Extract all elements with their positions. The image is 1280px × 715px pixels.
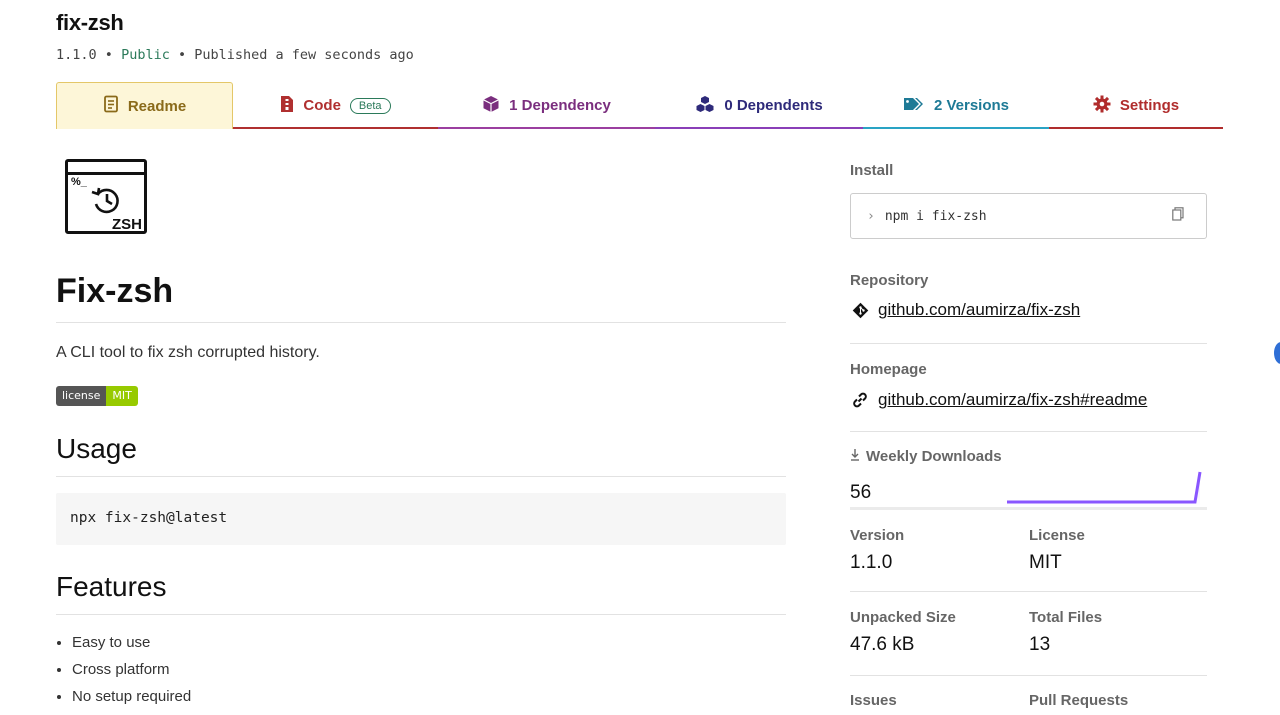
divider <box>56 476 786 477</box>
tab-settings[interactable]: Settings <box>1049 82 1223 129</box>
history-clock-icon <box>91 187 119 214</box>
install-label: Install <box>850 162 894 179</box>
list-item: No setup required <box>72 686 191 713</box>
stat-value: 13 <box>1029 634 1051 655</box>
logo-text: ZSH <box>112 216 142 233</box>
repository-label: Repository <box>850 272 929 289</box>
package-title: fix-zsh <box>56 10 124 35</box>
stat-label: Unpacked Size <box>850 609 956 626</box>
package-meta: 1.1.0 • Public • Published a few seconds… <box>56 47 414 63</box>
readme-icon <box>103 95 119 117</box>
stat-label: License <box>1029 527 1085 544</box>
weekly-downloads-value: 56 <box>850 482 872 503</box>
beta-badge: Beta <box>349 97 391 114</box>
tab-label: 2 Versions <box>933 97 1010 114</box>
boxes-icon <box>695 95 715 117</box>
license-badge[interactable]: license MIT <box>56 386 138 406</box>
tab-label: 1 Dependency <box>509 97 611 114</box>
stat-label: Total Files <box>1029 609 1103 626</box>
package-logo: %_ ZSH <box>65 159 147 234</box>
tab-readme[interactable]: Readme <box>56 82 233 129</box>
stat-label: Pull Requests <box>1029 692 1129 709</box>
features-list: Easy to use Cross platform No setup requ… <box>72 632 191 713</box>
tab-label: 0 Dependents <box>724 97 823 114</box>
git-icon <box>850 300 870 320</box>
floating-widget[interactable] <box>1274 342 1280 364</box>
tab-label: Code <box>303 97 341 114</box>
stat-value: MIT <box>1029 552 1062 573</box>
homepage-label: Homepage <box>850 361 927 378</box>
badge-label: license <box>56 386 107 406</box>
download-icon <box>850 448 860 465</box>
tab-versions[interactable]: 2 Versions <box>863 82 1049 129</box>
usage-heading: Usage <box>56 433 137 464</box>
meta-separator: • <box>177 47 187 63</box>
divider <box>56 614 786 615</box>
tab-dependents[interactable]: 0 Dependents <box>655 82 863 129</box>
divider <box>850 591 1207 592</box>
stat-total-files: Total Files 13 <box>1029 609 1102 656</box>
repository-url: github.com/aumirza/fix-zsh <box>878 300 1081 319</box>
logo-prompt: %_ <box>71 176 87 188</box>
copy-icon[interactable] <box>1172 207 1184 221</box>
meta-separator: • <box>104 47 113 63</box>
divider <box>850 343 1207 344</box>
tab-dependencies[interactable]: 1 Dependency <box>438 82 655 129</box>
weekly-downloads-title: Weekly Downloads <box>866 448 1002 465</box>
homepage-url: github.com/aumirza/fix-zsh#readme <box>878 390 1148 409</box>
list-item: Easy to use <box>72 632 191 659</box>
weekly-downloads-label: Weekly Downloads <box>850 448 1002 465</box>
badge-value: MIT <box>106 386 138 406</box>
stat-value: 1.1.0 <box>850 552 893 573</box>
tags-icon <box>903 96 925 116</box>
divider <box>850 431 1207 432</box>
link-icon <box>850 390 870 410</box>
divider <box>850 675 1207 676</box>
downloads-sparkline <box>1007 471 1202 508</box>
stat-issues: Issues <box>850 692 897 709</box>
box-icon <box>482 95 500 117</box>
usage-code-block: npx fix-zsh@latest <box>56 493 786 545</box>
visibility-label: Public <box>121 47 170 63</box>
stat-label: Issues <box>850 692 897 709</box>
package-tabs: Readme Code Beta 1 Dependency 0 Dependen… <box>56 82 1223 129</box>
tab-code[interactable]: Code Beta <box>233 82 438 129</box>
code-file-icon <box>280 95 294 117</box>
features-heading: Features <box>56 571 167 602</box>
chevron-right-icon: › <box>867 208 875 224</box>
stat-value: 47.6 kB <box>850 634 915 655</box>
readme-title: Fix-zsh <box>56 272 174 310</box>
stat-version: Version 1.1.0 <box>850 527 904 574</box>
readme-description: A CLI tool to fix zsh corrupted history. <box>56 344 320 361</box>
repository-link[interactable]: github.com/aumirza/fix-zsh <box>850 300 1080 320</box>
list-item: Cross platform <box>72 659 191 686</box>
stat-label: Version <box>850 527 905 544</box>
gear-icon <box>1093 95 1111 117</box>
homepage-link[interactable]: github.com/aumirza/fix-zsh#readme <box>850 390 1147 410</box>
stat-pull-requests: Pull Requests <box>1029 692 1128 709</box>
tab-label: Readme <box>127 97 187 115</box>
install-command-box[interactable]: › npm i fix-zsh <box>850 193 1207 239</box>
published-time: Published a few seconds ago <box>194 47 414 63</box>
downloads-track <box>850 507 1207 510</box>
tab-label: Settings <box>1119 97 1180 114</box>
stat-unpacked-size: Unpacked Size 47.6 kB <box>850 609 956 656</box>
stat-license: License MIT <box>1029 527 1085 574</box>
package-version: 1.1.0 <box>56 47 97 63</box>
divider <box>56 322 786 323</box>
install-command: npm i fix-zsh <box>884 208 987 224</box>
